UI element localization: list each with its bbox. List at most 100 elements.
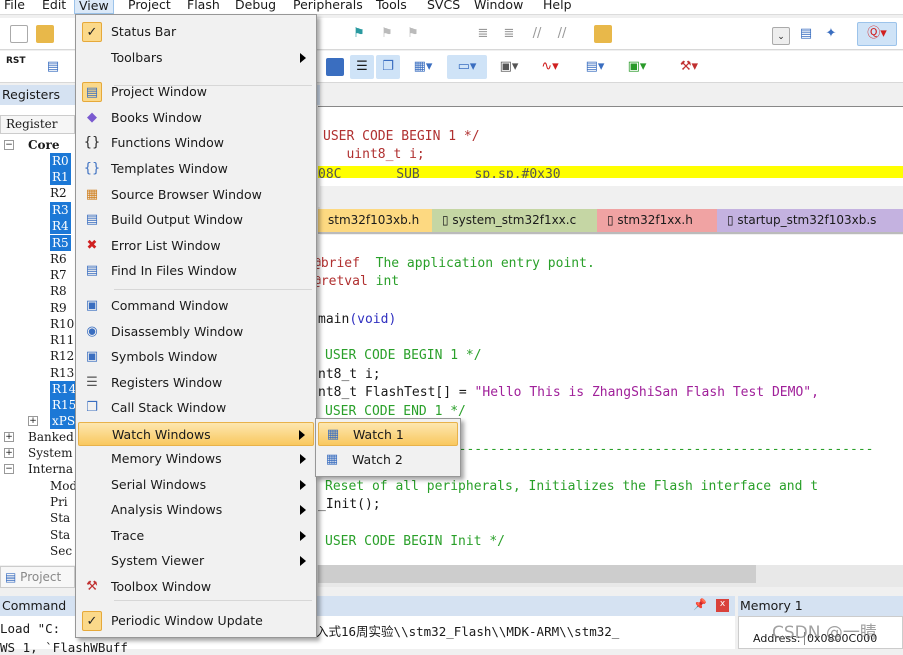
collapse-icon[interactable]: − [4, 464, 14, 474]
menu-item-memory-windows[interactable]: Memory Windows [78, 447, 314, 471]
register-tree-item[interactable]: R2 [50, 185, 67, 201]
symbols-window-icon[interactable] [326, 58, 344, 76]
watch-window-icon[interactable]: ▦▾ [408, 58, 438, 76]
collapse-icon[interactable]: − [4, 140, 14, 150]
editor-tab[interactable]: ▯ stm32f1xx.h [597, 209, 717, 232]
menu-flash[interactable]: Flash [183, 0, 224, 12]
register-tree-item[interactable]: System [28, 445, 72, 461]
menu-item-disassembly-window[interactable]: ◉ Disassembly Window [78, 320, 314, 344]
trace-icon[interactable]: ▤▾ [580, 58, 610, 76]
debug-settings-icon[interactable]: ✦ [822, 25, 840, 43]
menu-item-periodic-window-update[interactable]: ✓ Periodic Window Update [78, 609, 314, 633]
menu-item-toolbars[interactable]: Toolbars [78, 46, 314, 70]
register-tree-item[interactable]: Banked [28, 429, 74, 445]
menu-item-toolbox-window[interactable]: ⚒ Toolbox Window [78, 575, 314, 599]
expand-icon[interactable]: + [4, 448, 14, 458]
menu-item-watch-1[interactable]: ▦ Watch 1 [318, 422, 458, 446]
bookmark-next-icon[interactable]: ⚑ [404, 25, 422, 43]
register-tree-item[interactable]: R12 [50, 348, 74, 364]
register-tree-item[interactable]: Sta [50, 510, 70, 526]
close-icon[interactable]: x [716, 599, 729, 612]
toolbox-icon[interactable]: ⚒▾ [674, 58, 704, 76]
menu-item-trace[interactable]: Trace [78, 524, 314, 548]
menu-item-functions-window[interactable]: {} Functions Window [78, 131, 314, 155]
menu-edit[interactable]: Edit [38, 0, 70, 12]
menu-item-source-browser-window[interactable]: ▦ Source Browser Window [78, 183, 314, 207]
uncomment-icon[interactable]: // [553, 25, 571, 43]
menu-file[interactable]: File [0, 0, 29, 12]
menu-window[interactable]: Window [470, 0, 527, 12]
menu-item-call-stack-window[interactable]: ❐ Call Stack Window [78, 396, 314, 420]
serial-window-icon[interactable]: ▣▾ [494, 58, 524, 76]
menu-tools[interactable]: Tools [372, 0, 411, 12]
menu-project[interactable]: Project [124, 0, 175, 12]
document-icon[interactable]: ▤ [797, 25, 815, 43]
register-column-header[interactable]: Register [0, 115, 75, 134]
call-stack-icon[interactable]: ❐ [376, 55, 400, 79]
menu-item-books-window[interactable]: ◆ Books Window [78, 106, 314, 130]
register-tree-item[interactable]: Sec [50, 543, 72, 559]
memory-window-icon[interactable]: ▭▾ [447, 55, 487, 79]
menu-item-error-list-window[interactable]: ✖ Error List Window [78, 234, 314, 258]
menu-item-find-in-files-window[interactable]: ▤ Find In Files Window [78, 259, 314, 283]
expand-icon[interactable]: + [4, 432, 14, 442]
menu-item-templates-window[interactable]: {} Templates Window [78, 157, 314, 181]
menu-item-status-bar[interactable]: ✓ Status Bar [78, 20, 314, 44]
scrollbar-thumb[interactable] [318, 565, 756, 583]
dropdown-icon[interactable]: ⌄ [772, 27, 790, 45]
menu-item-registers-window[interactable]: ☰ Registers Window [78, 371, 314, 395]
pin-icon[interactable]: 📌 [693, 598, 707, 611]
project-tab[interactable]: ▤ Project [0, 566, 75, 588]
editor-tab[interactable]: stm32f103xb.h [318, 209, 432, 232]
menu-item-watch-2[interactable]: ▦ Watch 2 [318, 448, 458, 472]
register-tree-item[interactable]: R0 [50, 153, 71, 169]
register-tree-item[interactable]: R5 [50, 235, 71, 251]
find-in-files-icon[interactable] [594, 25, 612, 43]
editor[interactable] [318, 235, 903, 565]
open-folder-icon[interactable] [36, 25, 54, 43]
register-tree-item[interactable]: Core [28, 137, 60, 153]
menu-item-analysis-windows[interactable]: Analysis Windows [78, 498, 314, 522]
horizontal-scrollbar[interactable] [318, 565, 903, 587]
register-tree-item[interactable]: R10 [50, 316, 74, 332]
unindent-icon[interactable]: ≣ [500, 25, 518, 43]
menu-item-command-window[interactable]: ▣ Command Window [78, 294, 314, 318]
analysis-window-icon[interactable]: ∿▾ [535, 58, 565, 76]
new-file-icon[interactable] [10, 25, 28, 43]
menu-item-serial-windows[interactable]: Serial Windows [78, 473, 314, 497]
menu-item-project-window[interactable]: ▤ Project Window [78, 80, 314, 104]
register-tree-item[interactable]: R9 [50, 300, 67, 316]
editor-tab[interactable]: ▯ startup_stm32f103xb.s [717, 209, 903, 232]
register-tree-item[interactable]: R1 [50, 169, 71, 185]
bookmark-prev-icon[interactable]: ⚑ [378, 25, 396, 43]
editor-tab[interactable]: ▯ system_stm32f1xx.c [432, 209, 597, 232]
menu-help[interactable]: Help [539, 0, 576, 12]
bookmark-flag-icon[interactable]: ⚑ [350, 25, 368, 43]
register-tree-item[interactable]: R11 [50, 332, 74, 348]
register-tree-item[interactable]: R3 [50, 202, 71, 218]
menu-item-build-output-window[interactable]: ▤ Build Output Window [78, 208, 314, 232]
register-tree-item[interactable]: R13 [50, 365, 74, 381]
reset-icon[interactable]: RST [6, 56, 26, 74]
register-tree-item[interactable]: R8 [50, 283, 67, 299]
menu-debug[interactable]: Debug [231, 0, 280, 12]
menu-peripherals[interactable]: Peripherals [289, 0, 367, 12]
debug-session-icon[interactable]: Ⓠ▾ [857, 22, 897, 46]
menu-item-system-viewer[interactable]: System Viewer [78, 549, 314, 573]
system-viewer-icon[interactable]: ▣▾ [622, 58, 652, 76]
menu-item-symbols-window[interactable]: ▣ Symbols Window [78, 345, 314, 369]
registers-window-icon[interactable]: ☰ [350, 55, 374, 79]
register-tree-item[interactable]: R6 [50, 251, 67, 267]
indent-icon[interactable]: ≣ [474, 25, 492, 43]
menu-svcs[interactable]: SVCS [423, 0, 464, 12]
menu-item-watch-windows[interactable]: Watch Windows [78, 422, 314, 446]
run-icon[interactable]: ▤ [44, 58, 62, 76]
register-tree-item[interactable]: Pri [50, 494, 68, 510]
register-tree-item[interactable]: R7 [50, 267, 67, 283]
comment-icon[interactable]: // [528, 25, 546, 43]
expand-icon[interactable]: + [28, 416, 38, 426]
register-tree-item[interactable]: R4 [50, 218, 71, 234]
menu-view[interactable]: View [74, 0, 114, 14]
register-tree-item[interactable]: Sta [50, 527, 70, 543]
register-tree-item[interactable]: Interna [28, 461, 73, 477]
